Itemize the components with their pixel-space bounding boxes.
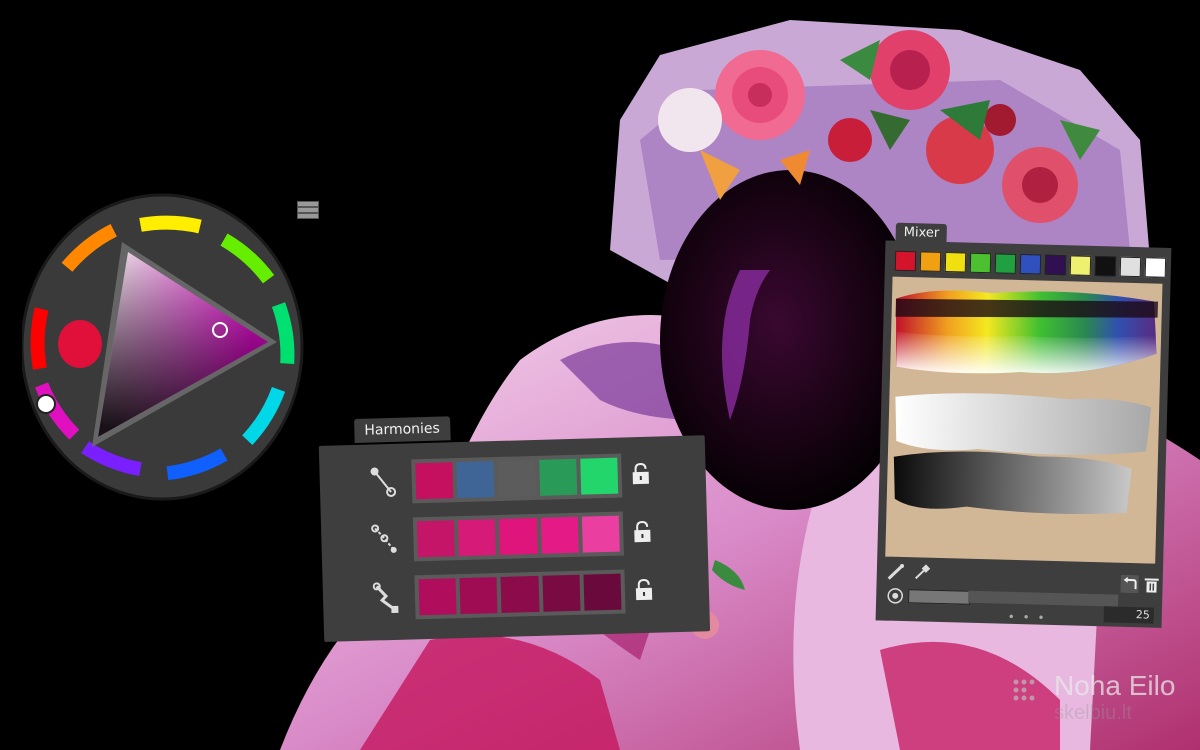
brush-size-slider[interactable] — [908, 589, 971, 605]
mixer-panel: Mixer 25 • • • — [858, 222, 1178, 630]
watermark-name: Noha Eilo — [1054, 670, 1176, 701]
brush-size-icon[interactable] — [886, 587, 904, 605]
harmony-swatch[interactable] — [500, 575, 540, 613]
mixer-swatch[interactable] — [969, 252, 992, 274]
lock-icon[interactable] — [635, 578, 654, 601]
mixer-swatch[interactable] — [1094, 255, 1117, 277]
harmony-row-analogous — [341, 507, 702, 565]
shades-icon[interactable] — [372, 582, 400, 615]
lock-icon[interactable] — [633, 520, 652, 543]
harmony-swatch[interactable] — [583, 573, 622, 611]
harmony-swatch[interactable] — [416, 520, 456, 558]
color-wheel-widget[interactable] — [19, 192, 314, 502]
mixer-swatch[interactable] — [1019, 253, 1042, 275]
mixer-swatch[interactable] — [919, 251, 942, 272]
watermark-logo-icon — [1013, 679, 1035, 701]
more-options-icon[interactable]: • • • — [1008, 610, 1047, 625]
harmony-swatch[interactable] — [580, 457, 619, 495]
hue-indicator[interactable] — [58, 320, 102, 368]
mixer-swatch[interactable] — [1144, 257, 1167, 278]
harmony-swatch[interactable] — [459, 577, 498, 615]
harmony-swatch[interactable] — [540, 516, 579, 554]
harmony-swatch[interactable] — [538, 458, 578, 496]
hamburger-menu-icon[interactable] — [297, 199, 319, 221]
mixer-toolbar: 25 • • • — [884, 563, 1159, 626]
harmonies-panel: Harmonies — [318, 407, 714, 648]
harmony-swatches[interactable] — [412, 511, 624, 562]
brush-size-value[interactable]: 25 — [1103, 606, 1155, 624]
harmonies-body — [318, 435, 711, 642]
lock-icon[interactable] — [631, 463, 650, 485]
watermark: Noha Eilo skelbiu.lt — [1010, 670, 1200, 730]
harmony-swatch[interactable] — [497, 459, 536, 497]
harmony-swatch[interactable] — [415, 462, 454, 500]
harmony-swatch[interactable] — [499, 517, 538, 555]
harmony-row-complementary — [339, 449, 700, 507]
harmony-swatch[interactable] — [458, 519, 497, 557]
brush-size-track[interactable] — [968, 590, 1119, 607]
watermark-site: skelbiu.lt — [1054, 702, 1132, 724]
mixing-brush-icon[interactable] — [887, 563, 905, 581]
harmony-row-shades — [342, 565, 703, 623]
analogous-icon[interactable] — [371, 524, 398, 557]
harmony-swatches[interactable] — [414, 569, 626, 620]
mixer-swatch[interactable] — [944, 252, 967, 273]
mixing-canvas[interactable] — [885, 276, 1163, 564]
mixer-body: 25 • • • — [875, 240, 1172, 628]
harmony-swatch[interactable] — [581, 515, 620, 553]
mixer-swatch[interactable] — [1069, 255, 1092, 276]
harmony-swatch[interactable] — [456, 461, 495, 499]
trash-icon[interactable] — [1142, 575, 1160, 593]
undo-icon[interactable] — [1120, 574, 1139, 594]
mixer-swatch[interactable] — [994, 253, 1017, 274]
mixer-swatch-row — [894, 250, 1167, 278]
complementary-icon[interactable] — [369, 466, 397, 499]
harmony-swatch[interactable] — [418, 578, 457, 616]
mixer-swatch[interactable] — [894, 250, 917, 272]
eyedropper-icon[interactable] — [913, 563, 931, 581]
harmony-swatches[interactable] — [411, 453, 623, 504]
color-wheel[interactable] — [19, 192, 314, 502]
harmonies-tab[interactable]: Harmonies — [354, 416, 451, 443]
mixer-swatch[interactable] — [1119, 256, 1142, 278]
mixer-swatch[interactable] — [1044, 254, 1067, 276]
ring-handle[interactable] — [36, 394, 56, 414]
harmony-swatch[interactable] — [542, 574, 581, 612]
